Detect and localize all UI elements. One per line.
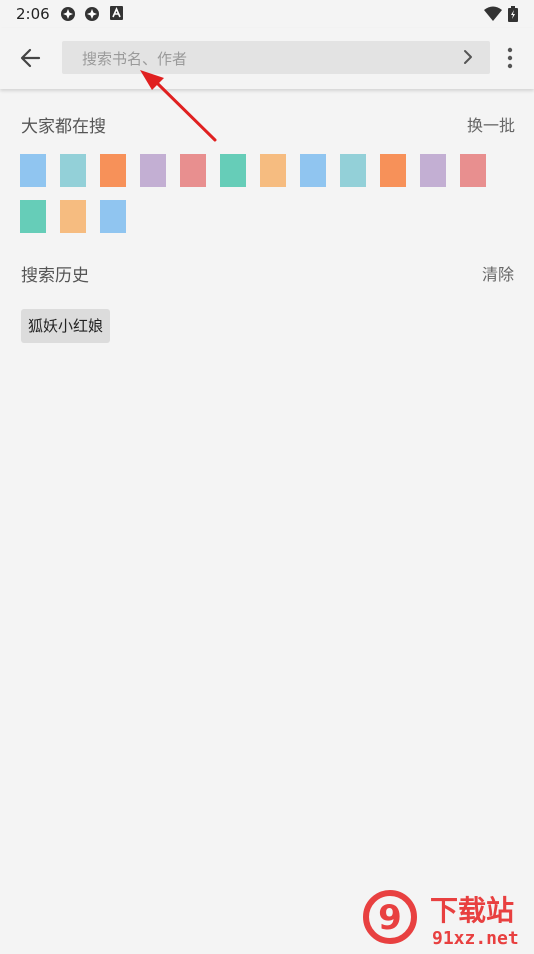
clear-history-button[interactable]: 清除: [482, 261, 514, 285]
keyboard-a-icon: [110, 6, 123, 24]
popular-search-tile[interactable]: [380, 154, 406, 187]
popular-search-tile[interactable]: [20, 200, 46, 233]
popular-search-tile[interactable]: [300, 154, 326, 187]
popular-search-tile[interactable]: [100, 200, 126, 233]
more-vertical-icon: [507, 47, 513, 69]
popular-search-tile[interactable]: [180, 154, 206, 187]
popular-search-tile[interactable]: [220, 154, 246, 187]
popular-search-tile[interactable]: [340, 154, 366, 187]
svg-text:下载站: 下载站: [430, 894, 514, 927]
popular-search-tile[interactable]: [20, 154, 46, 187]
refresh-batch-button[interactable]: 换一批: [467, 112, 515, 136]
wifi-icon: [484, 6, 502, 25]
svg-text:9: 9: [378, 898, 402, 938]
popular-search-tile[interactable]: [420, 154, 446, 187]
watermark-logo: 9 下载站 91xz.net: [360, 884, 534, 950]
battery-icon: [508, 6, 518, 26]
history-item[interactable]: 狐妖小红娘: [21, 309, 111, 343]
search-app-bar: 搜索书名、作者: [0, 28, 534, 89]
app-notification-icon: [60, 6, 76, 26]
back-button[interactable]: [18, 45, 44, 71]
status-time: 2:06: [16, 5, 50, 23]
popular-search-tile[interactable]: [60, 200, 86, 233]
app-notification-icon: [84, 6, 100, 26]
svg-text:91xz.net: 91xz.net: [432, 928, 519, 949]
annotation-arrow: [140, 70, 217, 142]
chevron-right-icon: [464, 50, 472, 64]
popular-search-tile[interactable]: [100, 154, 126, 187]
arrow-left-icon: [20, 48, 41, 68]
more-options-button[interactable]: [500, 45, 520, 71]
popular-searches-title: 大家都在搜: [21, 117, 106, 137]
popular-search-tile[interactable]: [260, 154, 286, 187]
popular-search-tile[interactable]: [60, 154, 86, 187]
search-input[interactable]: 搜索书名、作者: [62, 41, 490, 74]
search-history-title: 搜索历史: [21, 266, 89, 286]
search-submit-button[interactable]: [460, 49, 476, 65]
popular-search-tile[interactable]: [460, 154, 486, 187]
status-bar: 2:06: [0, 0, 534, 28]
search-placeholder: 搜索书名、作者: [82, 50, 188, 68]
popular-search-tile[interactable]: [140, 154, 166, 187]
